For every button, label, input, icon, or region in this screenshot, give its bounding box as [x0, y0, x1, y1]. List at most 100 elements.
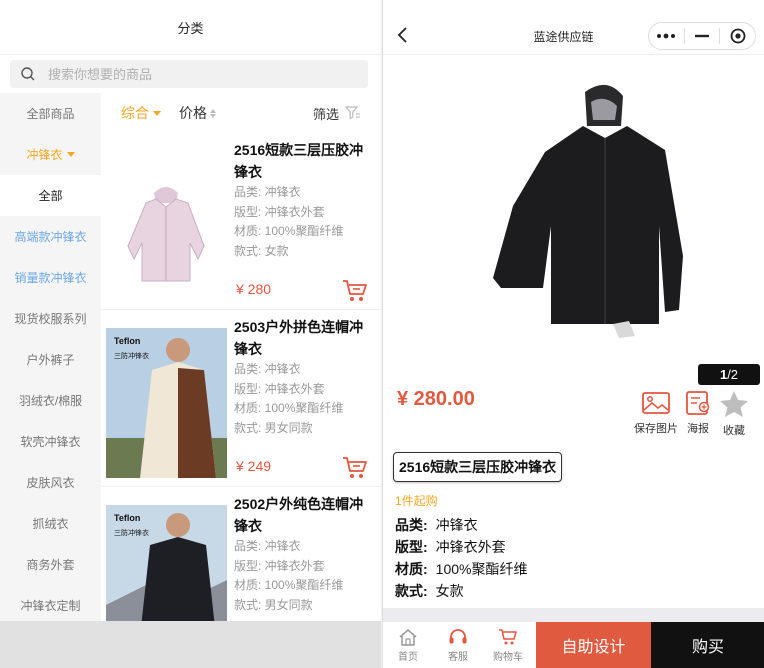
more-dots-icon [657, 33, 676, 39]
sidebar-item-all[interactable]: 全部 [0, 175, 101, 216]
target-circle-icon [730, 28, 746, 44]
self-design-button[interactable]: 自助设计 [536, 622, 651, 668]
action-label: 海报 [687, 423, 709, 435]
product-material: 材质: 100%聚酯纤维 [234, 224, 344, 238]
attr-row: 材质: 100%聚酯纤维 [395, 558, 527, 580]
product-info: 2503户外拼色连帽冲锋衣 品类: 冲锋衣 版型: 冲锋衣外套 材质: 100%… [234, 316, 376, 486]
poster-button[interactable]: 海报 [684, 390, 712, 438]
attr-row: 版型: 冲锋衣外套 [395, 536, 527, 558]
image-icon [642, 392, 670, 414]
sidebar-item-down-jackets[interactable]: 羽绒衣/棉服 [0, 380, 101, 421]
sidebar-item-uniforms[interactable]: 现货校服系列 [0, 298, 101, 339]
attr-value: 100%聚酯纤维 [435, 561, 528, 577]
product-hero-image[interactable] [383, 56, 764, 386]
poster-icon [686, 391, 710, 415]
sidebar-item-label: 高端款冲锋衣 [14, 230, 87, 244]
save-image-button[interactable]: 保存图片 [634, 390, 678, 438]
product-card[interactable]: Teflon 三防冲锋衣 2503户外拼色连帽冲锋衣 品类: 冲锋衣 版型: 冲… [101, 310, 381, 487]
search-input[interactable] [48, 66, 348, 82]
sidebar-item-all-products[interactable]: 全部商品 [0, 93, 101, 134]
home-tab[interactable]: 首页 [383, 622, 433, 668]
sort-bar: 综合 价格 筛选 [101, 93, 381, 133]
sort-comprehensive[interactable]: 综合 [121, 103, 161, 123]
pager-current: 1 [719, 367, 728, 382]
detail-price: ¥ 280.00 [397, 388, 475, 410]
app-root: 分类 全部商品 冲锋衣 全部 高端款冲锋衣 销量款冲锋衣 现货校服系列 户外裤子… [0, 0, 764, 668]
product-info: 2502户外纯色连帽冲锋衣 品类: 冲锋衣 版型: 冲锋衣外套 材质: 100%… [234, 493, 376, 621]
black-jacket-photo [383, 56, 764, 356]
attr-row: 款式: 女款 [395, 580, 527, 602]
product-material: 材质: 100%聚酯纤维 [234, 578, 344, 592]
product-fit: 款式: 女款 [234, 243, 289, 258]
attr-value: 冲锋衣外套 [435, 539, 506, 555]
product-list: 2516短款三层压胶冲锋衣 品类: 冲锋衣 版型: 冲锋衣外套 材质: 100%… [101, 133, 381, 621]
sidebar-item-skin-coat[interactable]: 皮肤风衣 [0, 462, 101, 503]
sort-label: 价格 [179, 105, 207, 121]
pager-total: /2 [727, 367, 739, 382]
sidebar-item-bestseller-jackets[interactable]: 销量款冲锋衣 [0, 257, 101, 298]
attr-value: 冲锋衣 [435, 517, 478, 533]
category-page-title: 分类 [0, 0, 381, 55]
sort-label: 综合 [121, 105, 149, 121]
divider-strip [383, 608, 764, 622]
product-price: ¥ 249 [236, 458, 272, 474]
product-thumbnail-black-jacket: Teflon 三防冲锋衣 [106, 505, 227, 621]
product-name: 2502户外纯色连帽冲锋衣 [234, 496, 364, 534]
sidebar-item-jackets[interactable]: 冲锋衣 [0, 134, 101, 175]
add-to-cart-icon[interactable] [342, 279, 368, 303]
sidebar-item-label: 户外裤子 [26, 353, 75, 367]
more-menu-button[interactable] [649, 23, 684, 49]
sidebar-item-fleece[interactable]: 抓绒衣 [0, 503, 101, 544]
sidebar-item-label: 羽绒衣/棉服 [18, 394, 83, 408]
cart-tab[interactable]: 购物车 [483, 622, 533, 668]
badge-text: 三防冲锋衣 [114, 528, 149, 537]
home-icon [399, 628, 417, 646]
customer-service-tab[interactable]: 客服 [433, 622, 483, 668]
image-pager: 1/2 [698, 364, 760, 385]
action-buttons: 保存图片 海报 收藏 [628, 390, 750, 438]
sidebar-item-label: 抓绒衣 [32, 517, 69, 531]
brand-logo-text: Teflon [114, 336, 140, 346]
sidebar-item-label: 皮肤风衣 [26, 476, 75, 490]
caret-down-icon [66, 152, 75, 157]
filter-label: 筛选 [312, 106, 339, 122]
sidebar-item-softshell[interactable]: 软壳冲锋衣 [0, 421, 101, 462]
product-name: 2503户外拼色连帽冲锋衣 [234, 319, 364, 357]
filter-button[interactable]: 筛选 [313, 104, 361, 123]
product-category: 品类: 冲锋衣 [234, 362, 301, 376]
search-bar[interactable] [10, 60, 368, 88]
sidebar-item-label: 销量款冲锋衣 [14, 271, 87, 285]
sidebar-item-premium-jackets[interactable]: 高端款冲锋衣 [0, 216, 101, 257]
action-label: 保存图片 [634, 423, 678, 435]
close-miniprogram-button[interactable] [720, 23, 755, 49]
minimize-icon [695, 34, 709, 38]
minimize-button[interactable] [685, 23, 720, 49]
product-name: 2516短款三层压胶冲锋衣 [234, 142, 364, 180]
product-style: 版型: 冲锋衣外套 [234, 204, 325, 219]
add-to-cart-icon[interactable] [342, 456, 368, 480]
favorite-button[interactable]: 收藏 [718, 390, 750, 438]
star-icon [720, 391, 748, 417]
product-info: 2516短款三层压胶冲锋衣 品类: 冲锋衣 版型: 冲锋衣外套 材质: 100%… [234, 139, 376, 309]
sidebar-item-custom-jacket[interactable]: 冲锋衣定制 [0, 585, 101, 621]
sidebar-item-label: 商务外套 [26, 558, 75, 572]
cart-icon [499, 628, 517, 644]
sidebar-item-label: 软壳冲锋衣 [20, 435, 81, 449]
attr-key: 品类: [395, 517, 428, 533]
sort-price[interactable]: 价格 [179, 103, 216, 123]
brand-logo-text: Teflon [114, 513, 140, 523]
sidebar-item-label: 冲锋衣定制 [20, 599, 81, 613]
product-category: 品类: 冲锋衣 [234, 539, 301, 553]
filter-icon [345, 106, 360, 120]
attr-key: 材质: [395, 561, 428, 577]
buy-button[interactable]: 购买 [651, 622, 764, 668]
product-material: 材质: 100%聚酯纤维 [234, 401, 344, 415]
sort-arrows-icon [210, 108, 216, 118]
search-icon [21, 67, 35, 81]
product-card[interactable]: 2516短款三层压胶冲锋衣 品类: 冲锋衣 版型: 冲锋衣外套 材质: 100%… [101, 133, 381, 310]
sidebar-item-outdoor-pants[interactable]: 户外裤子 [0, 339, 101, 380]
attr-key: 版型: [395, 539, 428, 555]
sidebar-item-business-coat[interactable]: 商务外套 [0, 544, 101, 585]
product-fit: 款式: 男女同款 [234, 597, 313, 612]
product-card[interactable]: Teflon 三防冲锋衣 2502户外纯色连帽冲锋衣 品类: 冲锋衣 版型: 冲… [101, 487, 381, 621]
